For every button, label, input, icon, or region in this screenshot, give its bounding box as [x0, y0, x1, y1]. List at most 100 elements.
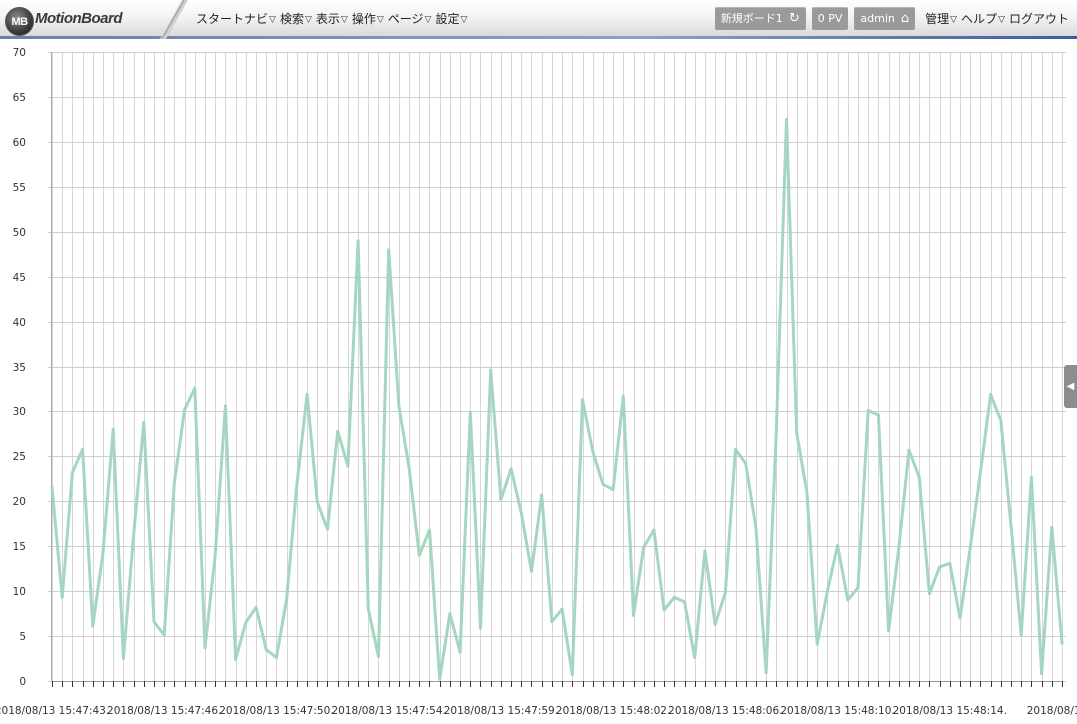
data-point	[489, 368, 492, 372]
board-selector-button[interactable]: 新規ボード1 ↻	[714, 6, 806, 30]
menu-operation-label: 操作	[351, 11, 376, 26]
data-point	[336, 430, 339, 433]
data-point	[316, 501, 319, 504]
collapse-left-icon: ◀	[1066, 381, 1075, 392]
x-tick-label: 2018/08/13 15:47:54.	[331, 705, 445, 717]
data-point	[764, 671, 768, 675]
data-point	[428, 528, 431, 532]
data-point	[601, 483, 605, 486]
data-point	[458, 651, 462, 654]
logo-divider	[160, 0, 188, 39]
x-tick-label: 2018/08/13 15:48:14.	[893, 705, 1007, 717]
data-point	[969, 546, 972, 550]
data-point	[224, 404, 227, 408]
data-point	[479, 626, 482, 630]
refresh-icon: ↻	[788, 10, 800, 26]
data-point	[826, 589, 829, 593]
data-point	[744, 462, 747, 465]
data-point	[928, 592, 931, 595]
data-point	[836, 544, 839, 547]
data-point	[50, 485, 54, 489]
data-point	[622, 395, 625, 398]
data-point	[193, 386, 196, 390]
y-tick-label: 50	[13, 227, 26, 239]
chevron-down-icon: ▽	[950, 15, 958, 25]
data-point	[724, 591, 727, 595]
y-tick-label: 35	[13, 362, 26, 374]
side-panel-toggle[interactable]: ◀	[1064, 365, 1077, 408]
data-point	[112, 428, 115, 431]
data-point	[550, 620, 554, 623]
x-tick-label: 2018/08/13 15:47:43.	[0, 705, 109, 717]
menu-view[interactable]: 表示 ▽	[316, 10, 348, 27]
menu-page[interactable]: ページ ▽	[388, 10, 432, 27]
data-point	[775, 430, 778, 433]
board-name: 新規ボード1	[720, 12, 783, 25]
header-right-group: 新規ボード1 ↻ 0 PV admin ⌂ 管理 ▽ ヘルプ ▽ ログアウト	[714, 0, 1069, 36]
data-point	[795, 431, 798, 435]
data-point	[275, 656, 278, 659]
data-point	[1020, 634, 1023, 637]
data-point	[91, 625, 95, 628]
y-tick-label: 45	[13, 272, 26, 284]
data-point	[265, 648, 268, 651]
user-button[interactable]: admin ⌂	[854, 6, 916, 30]
data-point	[152, 620, 156, 623]
data-point	[642, 545, 645, 549]
data-point	[713, 623, 717, 626]
data-point	[856, 586, 860, 589]
data-point	[591, 449, 594, 453]
pv-badge[interactable]: 0 PV	[811, 6, 849, 30]
data-point	[285, 598, 288, 601]
y-tick-label: 60	[13, 137, 26, 149]
menu-page-label: ページ	[387, 11, 424, 26]
menu-start-navi[interactable]: スタートナビ ▽	[196, 10, 276, 27]
data-point	[999, 419, 1002, 422]
data-point	[81, 448, 84, 451]
y-tick-label: 0	[19, 676, 26, 688]
data-point	[662, 608, 666, 612]
data-point	[938, 565, 941, 569]
data-point	[122, 657, 125, 660]
menu-search[interactable]: 検索 ▽	[280, 10, 312, 27]
menu-view-label: 表示	[315, 11, 340, 26]
y-tick-label: 30	[13, 406, 26, 418]
user-name: admin	[860, 11, 895, 25]
x-tick-label: 2018/08/13 15:47:59.	[444, 705, 558, 717]
data-point	[673, 596, 676, 599]
data-point	[979, 471, 982, 474]
data-point	[326, 527, 329, 531]
data-point	[989, 393, 992, 396]
logout-link[interactable]: ログアウト	[1009, 10, 1069, 27]
data-point	[101, 551, 105, 554]
data-point	[469, 411, 472, 414]
data-point	[254, 606, 258, 609]
y-tick-label: 15	[13, 541, 26, 553]
data-point	[397, 404, 401, 408]
y-tick-label: 70	[13, 47, 26, 59]
logout-label: ログアウト	[1008, 11, 1069, 26]
data-point	[887, 629, 890, 632]
chevron-down-icon: ▽	[998, 15, 1005, 25]
menu-admin-label: 管理	[925, 11, 950, 26]
data-point	[877, 413, 880, 417]
data-point	[234, 658, 237, 661]
data-point	[530, 570, 533, 573]
data-point	[173, 481, 176, 484]
app-logo[interactable]: MB MotionBoard	[0, 0, 188, 39]
line-chart[interactable]: 0 5 10 15 20 25 30 35 40 45 50 55 60 65 70 2018/08/13 1…	[0, 39, 1077, 724]
chevron-down-icon: ▽	[424, 15, 432, 25]
data-point	[581, 398, 584, 401]
x-tick-label: 2018/08/13 1	[1027, 705, 1077, 717]
data-point	[805, 491, 809, 494]
menu-settings-label: 設定	[435, 11, 460, 26]
menu-settings[interactable]: 設定 ▽	[435, 10, 467, 27]
data-point	[438, 678, 441, 681]
chevron-down-icon: ▽	[340, 15, 348, 25]
menu-help-label: ヘルプ	[961, 11, 998, 26]
series-line	[50, 117, 1064, 681]
menu-admin[interactable]: 管理 ▽	[925, 10, 957, 27]
menu-help[interactable]: ヘルプ ▽	[961, 10, 1005, 27]
menu-operation[interactable]: 操作 ▽	[352, 10, 384, 27]
home-icon: ⌂	[900, 10, 910, 26]
